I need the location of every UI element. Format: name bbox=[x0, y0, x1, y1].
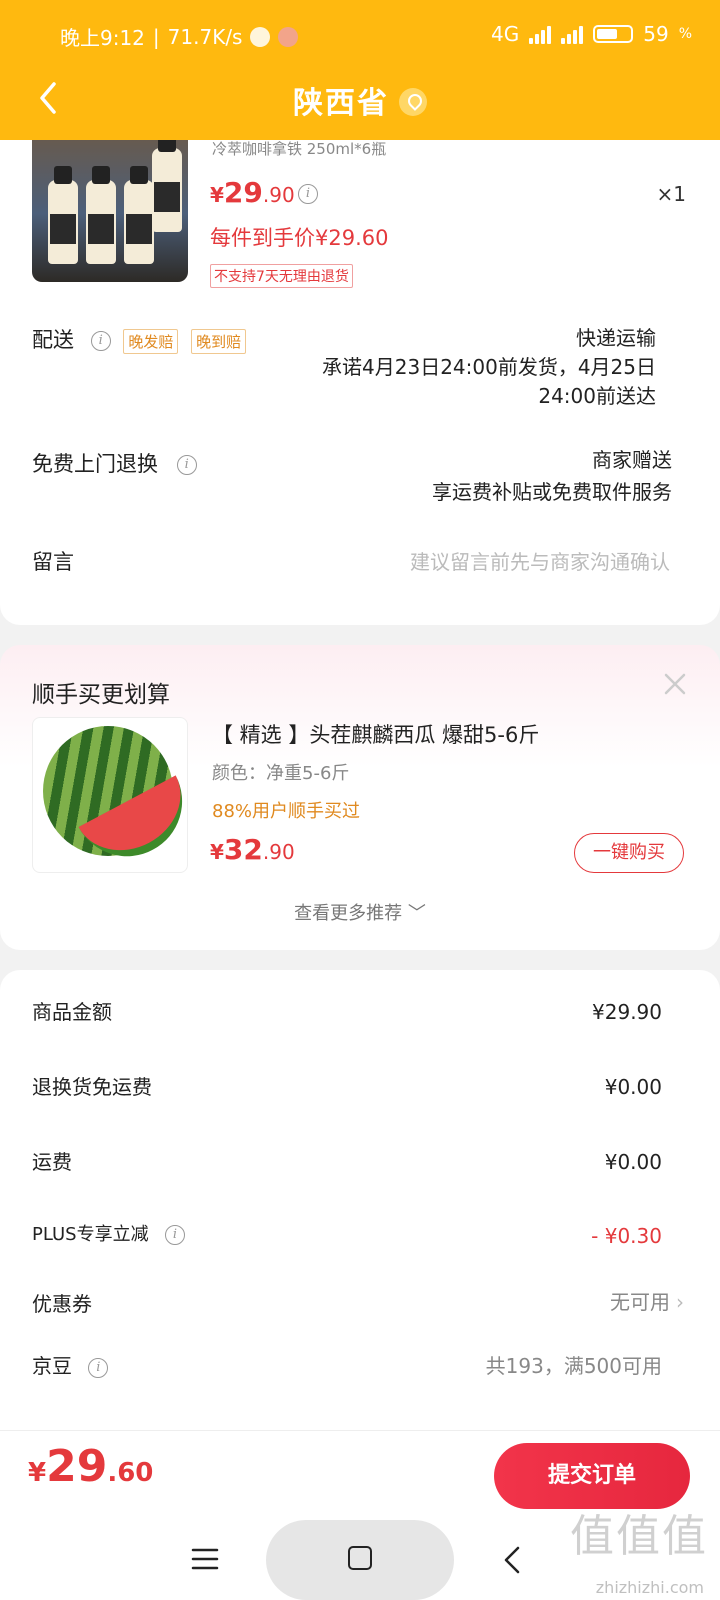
total-decimal: .60 bbox=[107, 1458, 154, 1488]
exchange-label: 免费上门退换 bbox=[32, 452, 158, 476]
status-separator: | bbox=[152, 24, 160, 49]
battery-level: 59 bbox=[643, 22, 669, 46]
exchange-row: 免费上门退换 i bbox=[32, 448, 197, 478]
fee-value-goods: ¥29.90 bbox=[592, 1000, 662, 1024]
fee-value-coupon: 无可用 bbox=[610, 1290, 670, 1314]
message-input[interactable]: 建议留言前先与商家沟通确认 bbox=[410, 546, 670, 575]
quantity: ×1 bbox=[656, 182, 686, 206]
status-time: 晚上9:12 bbox=[60, 26, 145, 50]
delivery-promise-line1: 承诺4月23日24:00前发货，4月25日 bbox=[322, 355, 656, 379]
menu-icon[interactable] bbox=[190, 1544, 220, 1574]
fee-value-plus: - ¥0.30 bbox=[591, 1224, 662, 1248]
message-label: 留言 bbox=[32, 550, 74, 574]
plus-info-icon[interactable]: i bbox=[164, 1224, 185, 1245]
fee-value-return-shipping: ¥0.00 bbox=[604, 1075, 662, 1099]
product-subtitle: 冷萃咖啡拿铁 250ml*6瓶 bbox=[212, 140, 387, 158]
fee-label-shipping: 运费 bbox=[32, 1150, 72, 1174]
price-currency: ¥ bbox=[210, 840, 224, 864]
delivery-row: 配送 i 晚发赔 晚到赔 bbox=[32, 324, 247, 354]
nav-row: 陕西省 bbox=[0, 72, 720, 126]
status-bar: 晚上9:12 | 71.7K/s 4G 59% bbox=[0, 18, 720, 54]
page-title: 陕西省 bbox=[0, 78, 720, 122]
recommend-item-title[interactable]: 【 精选 】头茬麒麟西瓜 爆甜5-6斤 bbox=[212, 719, 539, 749]
exchange-line2: 享运费补贴或免费取件服务 bbox=[432, 480, 672, 504]
location-pin-icon[interactable] bbox=[399, 87, 427, 116]
network-label: 4G bbox=[491, 22, 520, 46]
home-icon[interactable] bbox=[348, 1546, 372, 1570]
late-arrive-tag: 晚到赔 bbox=[191, 328, 247, 354]
bottle-shape bbox=[124, 166, 154, 264]
price-info-icon[interactable]: i bbox=[298, 184, 318, 204]
app-notification-icon bbox=[250, 26, 271, 47]
exchange-info-icon[interactable]: i bbox=[176, 455, 197, 475]
product-image[interactable] bbox=[32, 130, 188, 282]
late-ship-tag: 晚发赔 bbox=[123, 328, 179, 354]
recommend-title: 顺手买更划算 bbox=[32, 682, 170, 708]
fee-label-plus: PLUS专享立减 bbox=[32, 1224, 149, 1245]
battery-icon bbox=[593, 25, 634, 43]
delivery-method: 快递运输 bbox=[576, 326, 656, 350]
fee-value-jingdou: 共193，满500可用 bbox=[485, 1354, 662, 1378]
chevron-right-icon: › bbox=[676, 1290, 684, 1314]
see-more-link[interactable]: 查看更多推荐 ﹀ bbox=[0, 899, 720, 925]
fee-summary-card: 商品金额 ¥29.90 退换货免运费 ¥0.00 运费 ¥0.00 PLUS专享… bbox=[0, 970, 720, 1430]
recommend-item-popularity: 88%用户顺手买过 bbox=[212, 801, 361, 822]
signal-icon bbox=[529, 24, 552, 44]
fee-value-shipping: ¥0.00 bbox=[604, 1150, 662, 1174]
total-integer: 29 bbox=[46, 1441, 108, 1492]
price-decimal: .90 bbox=[262, 183, 295, 207]
per-item-price: 每件到手价¥29.60 bbox=[210, 226, 389, 250]
delivery-promise-line2: 24:00前送达 bbox=[538, 384, 656, 408]
order-item-card: 冷萃咖啡拿铁 250ml*6瓶 ¥29.90 i ×1 每件到手价¥29.60 … bbox=[0, 110, 720, 625]
total-currency: ¥ bbox=[28, 1458, 47, 1488]
price-decimal: .90 bbox=[262, 840, 295, 864]
recommend-item-spec: 颜色：净重5-6斤 bbox=[212, 763, 350, 784]
watermark-logo: 值值值 bbox=[570, 1511, 708, 1562]
total-price: ¥29.60 bbox=[28, 1441, 153, 1492]
jingdou-info-icon[interactable]: i bbox=[88, 1357, 109, 1378]
coupon-selector[interactable]: 无可用 › bbox=[610, 1286, 684, 1315]
top-bar: 晚上9:12 | 71.7K/s 4G 59% 陕西省 bbox=[0, 0, 720, 140]
signal-icon-2 bbox=[561, 24, 584, 44]
price-integer: 29 bbox=[223, 176, 263, 209]
fee-label-jingdou: 京豆 bbox=[32, 1354, 72, 1378]
recommend-card: 顺手买更划算 【 精选 】头茬麒麟西瓜 爆甜5-6斤 颜色：净重5-6斤 88%… bbox=[0, 645, 720, 950]
bottle-shape bbox=[86, 166, 116, 264]
delivery-info-icon[interactable]: i bbox=[90, 331, 111, 351]
fee-label-goods: 商品金额 bbox=[32, 1000, 112, 1024]
jingdou-row: 京豆 i bbox=[32, 1350, 109, 1379]
region-name[interactable]: 陕西省 bbox=[293, 86, 389, 121]
delivery-label: 配送 bbox=[32, 328, 74, 352]
app-notification-icon-2 bbox=[278, 26, 299, 47]
product-price: ¥29.90 bbox=[210, 176, 295, 209]
battery-percent-sign: % bbox=[678, 26, 692, 42]
bottle-shape bbox=[152, 134, 182, 232]
watermark-url: zhizhizhi.com bbox=[595, 1578, 704, 1597]
fee-label-return-shipping: 退换货免运费 bbox=[32, 1075, 152, 1099]
exchange-line1: 商家赠送 bbox=[592, 448, 672, 472]
exchange-detail: 商家赠送 享运费补贴或免费取件服务 bbox=[432, 444, 672, 508]
watermelon-image[interactable] bbox=[32, 717, 188, 873]
no-return-badge: 不支持7天无理由退货 bbox=[210, 264, 353, 288]
bottle-shape bbox=[48, 166, 78, 264]
price-integer: 32 bbox=[223, 833, 263, 866]
system-back-icon[interactable] bbox=[500, 1542, 524, 1578]
price-currency: ¥ bbox=[210, 183, 224, 207]
plus-discount-row: PLUS专享立减 i bbox=[32, 1220, 185, 1246]
status-speed: 71.7K/s bbox=[167, 24, 243, 49]
one-click-buy-button[interactable]: 一键购买 bbox=[574, 833, 684, 873]
fee-label-coupon: 优惠券 bbox=[32, 1292, 92, 1316]
recommend-item-price: ¥32.90 bbox=[210, 833, 295, 866]
close-icon[interactable] bbox=[660, 669, 690, 699]
delivery-detail[interactable]: 快递运输 承诺4月23日24:00前发货，4月25日 24:00前送达 bbox=[322, 324, 656, 411]
